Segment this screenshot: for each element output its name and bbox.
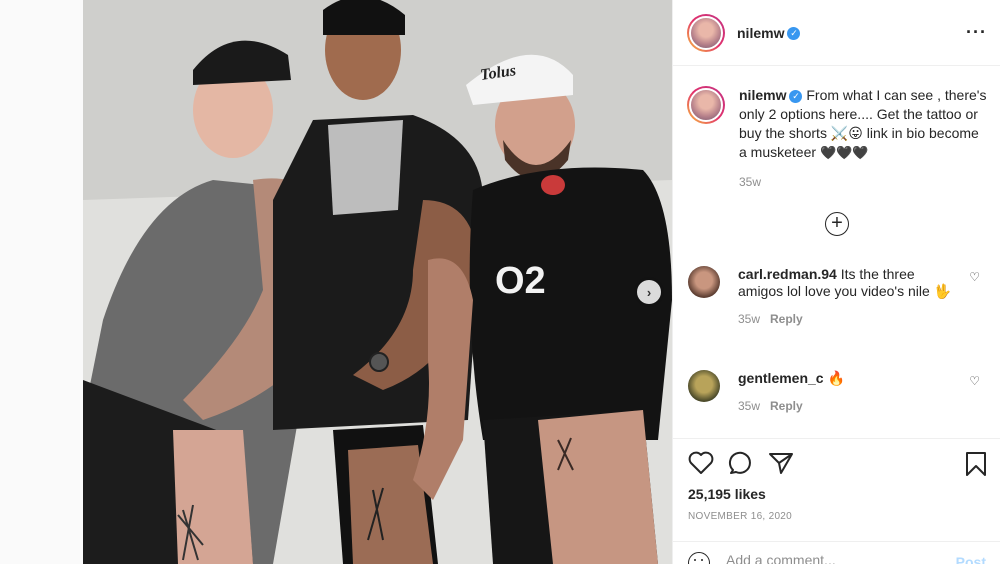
comment-bubble-icon[interactable] [728,451,754,475]
post-comment-button[interactable]: Post [956,554,986,564]
comment-item: gentlemen_c 🔥 35w Reply ♡ [686,370,986,413]
reply-button[interactable]: Reply [770,399,803,413]
caption-timestamp[interactable]: 35w [739,175,987,189]
comment-timestamp[interactable]: 35w [738,312,760,326]
comment-item: carl.redman.94 Its the three amigos lol … [686,266,986,326]
comment-meta: 35w Reply [738,312,986,326]
comment-meta: 35w Reply [738,399,986,413]
comment-username[interactable]: gentlemen_c [738,370,824,386]
heart-outline-icon[interactable]: ♡ [969,374,980,388]
add-comment-bar: Post [672,541,1000,564]
share-paper-plane-icon[interactable] [768,451,794,475]
commenter-avatar[interactable] [688,370,720,402]
heart-outline-icon[interactable]: ♡ [969,270,980,284]
comment-text: gentlemen_c 🔥 [738,370,845,386]
post-caption: nilemw ✓ From what I can see , there's on… [687,86,987,189]
verified-badge-icon: ✓ [787,27,801,41]
post-header: nilemw ✓ ··· [673,0,1000,66]
add-comment-input[interactable] [726,552,926,564]
shirt-logo-text: O2 [495,260,546,302]
bookmark-icon[interactable] [964,451,988,477]
author-avatar[interactable] [687,13,725,52]
next-photo-button[interactable]: › [637,280,661,304]
chevron-right-icon: › [646,284,652,300]
comment-username[interactable]: carl.redman.94 [738,266,837,282]
more-options-icon[interactable]: ··· [966,22,987,43]
caption-avatar[interactable] [687,86,725,124]
load-more-comments-button[interactable]: + [825,212,849,236]
commenter-avatar[interactable] [688,266,720,298]
comment-timestamp[interactable]: 35w [738,399,760,413]
caption-username[interactable]: nilemw ✓ [739,87,803,103]
photo-illustration: O2 Tolus [83,0,672,564]
comment-text: carl.redman.94 Its the three amigos lol … [738,266,952,299]
author-username[interactable]: nilemw ✓ [737,25,801,41]
caption-text: nilemw ✓ From what I can see , there's on… [739,87,987,160]
verified-badge-icon: ✓ [789,89,803,103]
post-date[interactable]: NOVEMBER 16, 2020 [688,511,792,522]
post-photo[interactable]: O2 Tolus [83,0,672,564]
emoji-picker-icon[interactable] [688,552,710,564]
post-actions: 25,195 likes NOVEMBER 16, 2020 Post [672,438,1000,564]
reply-button[interactable]: Reply [770,312,803,326]
like-heart-icon[interactable] [688,451,714,475]
instagram-post-view: O2 Tolus › nilemw ✓ ··· nilemw ✓ From what… [0,0,1000,564]
likes-count[interactable]: 25,195 likes [688,486,766,502]
